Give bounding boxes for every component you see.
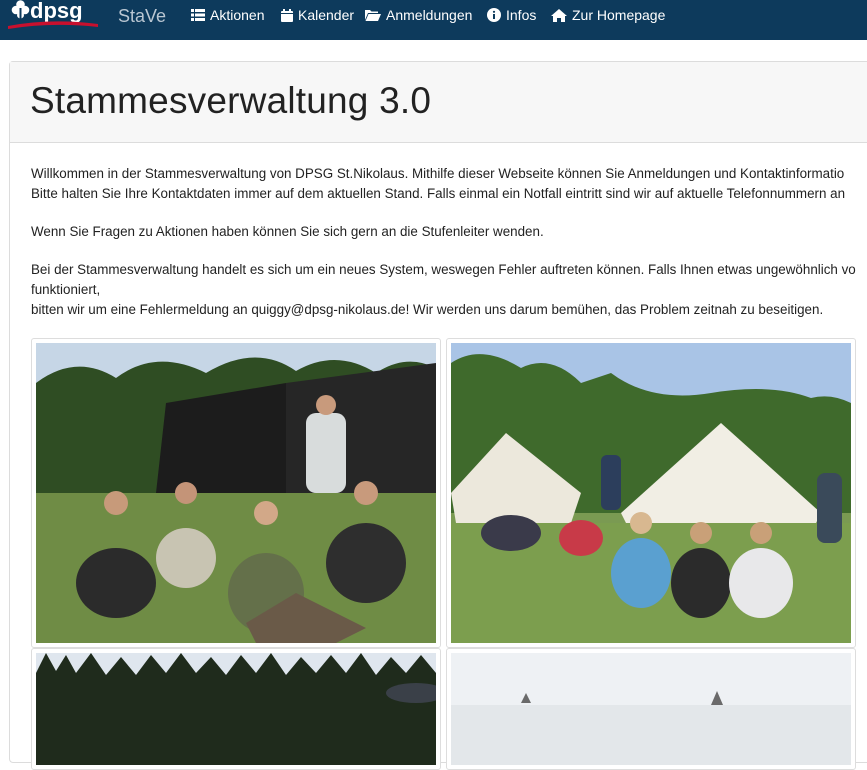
gallery-photo-4[interactable]	[446, 648, 856, 770]
info-circle-icon	[487, 8, 501, 22]
nav-infos[interactable]: Infos	[487, 7, 536, 23]
questions-line: Wenn Sie Fragen zu Aktionen haben können…	[31, 224, 544, 239]
calendar-icon	[281, 8, 293, 22]
folder-open-icon	[365, 10, 381, 21]
top-navbar: dpsg StaVe Aktionen Kalender Anmeldungen	[0, 0, 867, 40]
nav-anmeldungen-label: Anmeldungen	[386, 7, 473, 23]
nav-homepage-label: Zur Homepage	[572, 7, 666, 23]
nav-kalender[interactable]: Kalender	[281, 7, 354, 23]
nav-kalender-label: Kalender	[298, 7, 355, 23]
welcome-line-2: Bitte halten Sie Ihre Kontaktdaten immer…	[31, 186, 846, 201]
bug-notice-line-3: bitten wir um eine Fehlermeldung an quig…	[31, 302, 824, 317]
bug-notice-line-1: Bei der Stammesverwaltung handelt es sic…	[31, 262, 856, 277]
gallery-photo-2[interactable]	[446, 338, 856, 648]
forest-image	[36, 653, 436, 765]
gallery-photo-3[interactable]	[31, 648, 441, 770]
brand-name[interactable]: StaVe	[118, 6, 166, 27]
nav-homepage[interactable]: Zur Homepage	[551, 7, 665, 23]
bug-notice-line-2: funktioniert,	[31, 282, 101, 297]
nav-anmeldungen[interactable]: Anmeldungen	[365, 7, 472, 23]
camp-white-tents-image	[451, 343, 851, 643]
home-icon	[551, 8, 567, 22]
gallery-photo-1[interactable]	[31, 338, 441, 648]
card-header: Stammesverwaltung 3.0	[10, 62, 867, 143]
welcome-line-1: Willkommen in der Stammesverwaltung von …	[31, 166, 845, 181]
main-card: Stammesverwaltung 3.0 Willkommen in der …	[9, 61, 867, 770]
dpsg-logo[interactable]: dpsg	[6, 0, 102, 36]
list-icon	[191, 9, 205, 21]
page-title: Stammesverwaltung 3.0	[30, 80, 432, 121]
nav-aktionen-label: Aktionen	[210, 7, 265, 23]
camp-black-tents-image	[36, 343, 436, 643]
nav-infos-label: Infos	[506, 7, 537, 23]
logo-text: dpsg	[30, 0, 83, 23]
nav-aktionen[interactable]: Aktionen	[191, 7, 264, 23]
sky-field-image	[451, 653, 851, 765]
